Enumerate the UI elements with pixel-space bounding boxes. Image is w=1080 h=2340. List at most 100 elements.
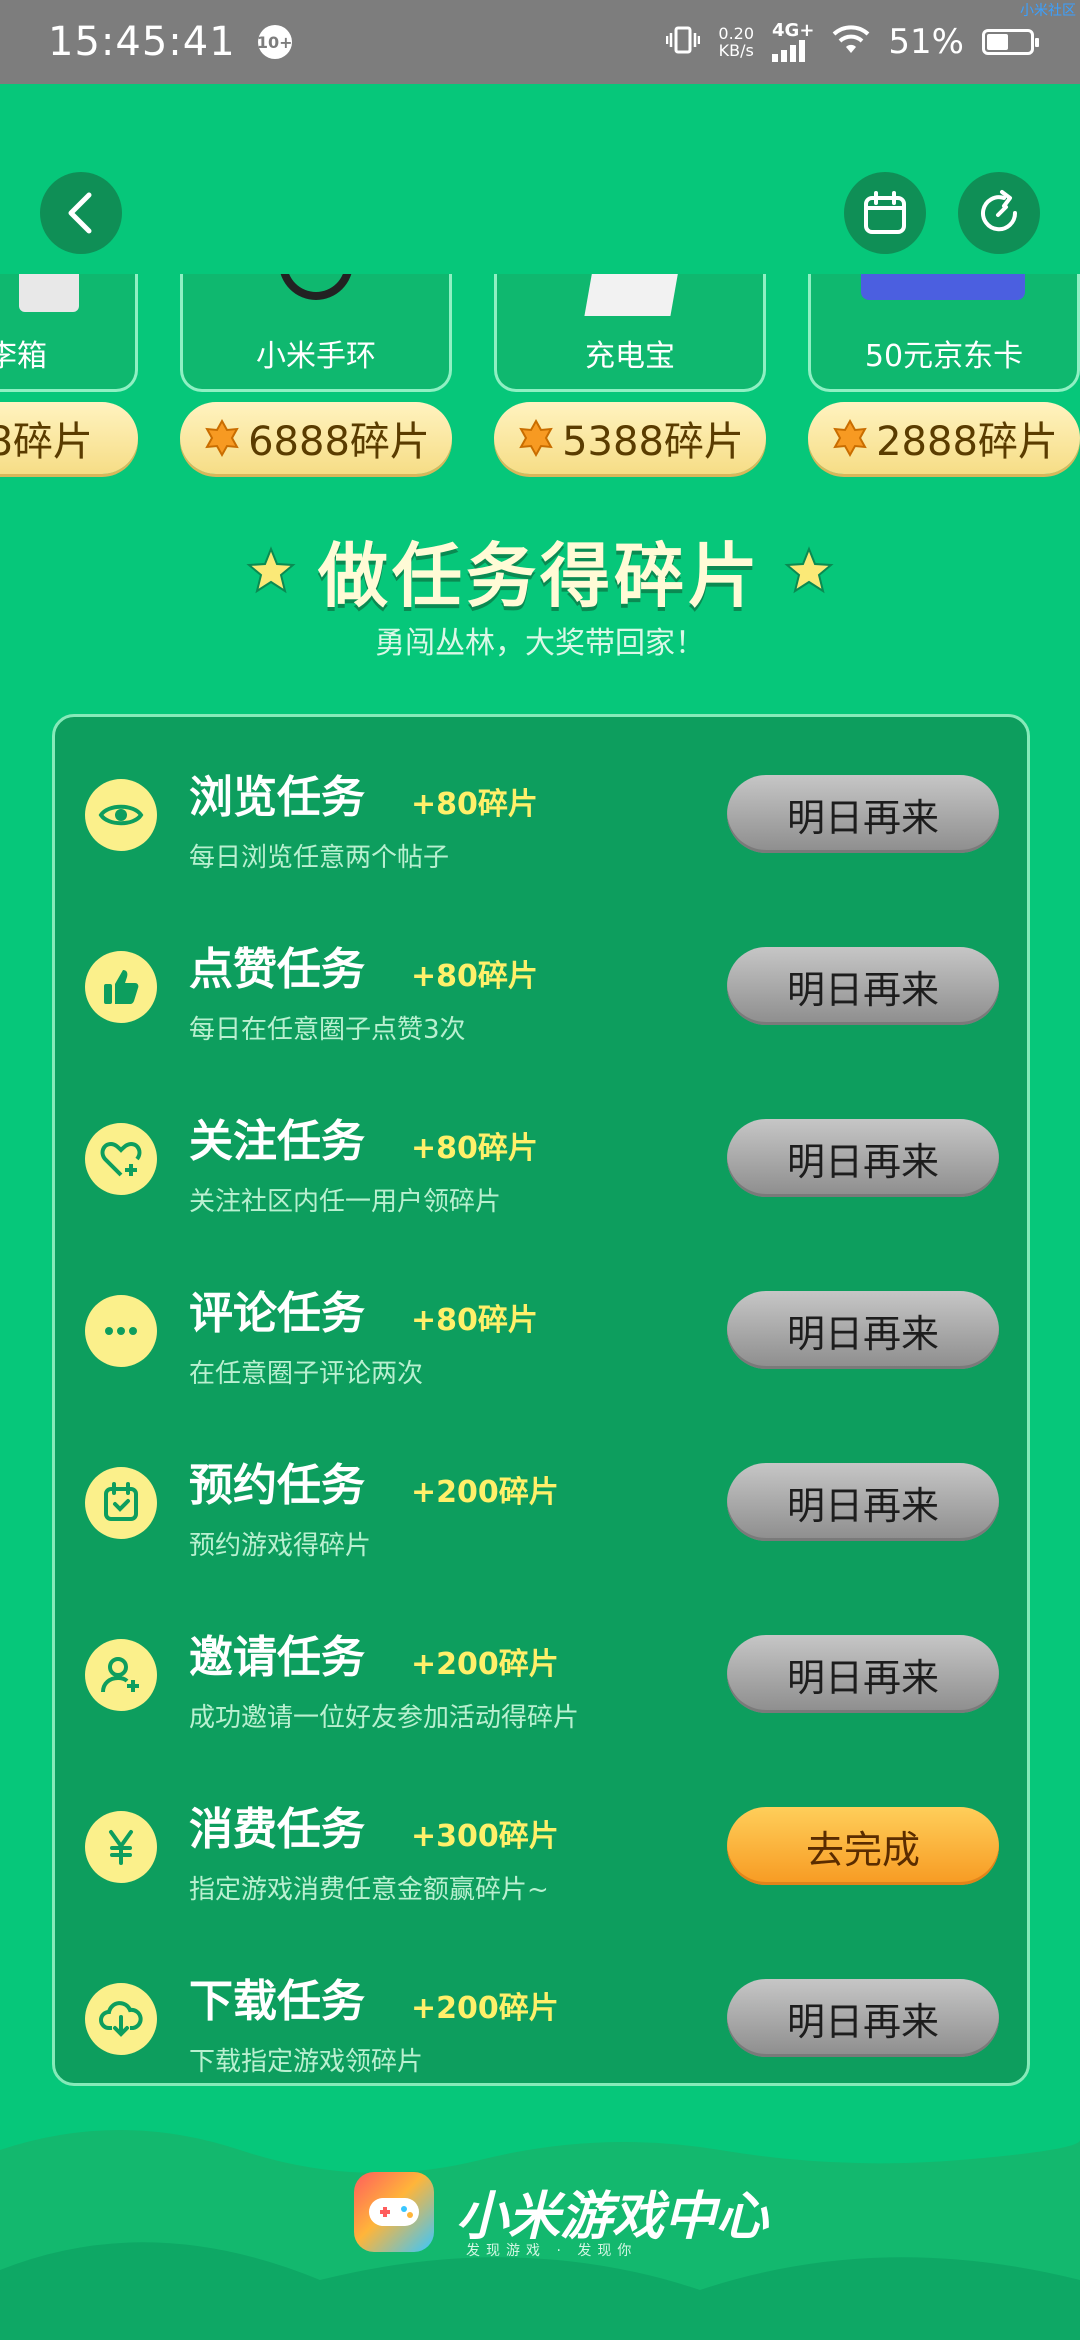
eye-icon — [85, 779, 157, 851]
calendar-button[interactable] — [844, 172, 926, 254]
section-subtitle: 勇闯丛林，大奖带回家！ — [375, 626, 705, 661]
status-bar: 15:45:41 10+ 0.20 KB/s 4G+ 51% 小米社区 — [0, 0, 1080, 84]
prize-cost-text: 5388碎片 — [562, 419, 744, 465]
prize-item[interactable]: 50元京东卡 2888碎片 — [808, 274, 1080, 474]
task-description: 在任意圈子评论两次 — [189, 1359, 424, 1389]
prize-cost[interactable]: 5388碎片 — [494, 402, 766, 474]
prize-name: 小米手环 — [256, 339, 376, 374]
prize-card: 充电宝 — [494, 274, 766, 392]
task-description: 每日浏览任意两个帖子 — [189, 843, 450, 873]
band-image — [279, 274, 353, 300]
back-button[interactable] — [40, 172, 122, 254]
brand-name: 小米游戏中心 — [456, 2187, 769, 2247]
prize-cost[interactable]: 2888碎片 — [808, 402, 1080, 474]
status-time: 15:45:41 — [48, 19, 236, 65]
footer: 小米游戏中心 发现游戏 · 发现你 — [0, 2110, 1080, 2340]
come-back-tomorrow-button[interactable]: 明日再来 — [727, 947, 999, 1025]
net-speed-unit: KB/s — [718, 41, 754, 60]
task-name: 评论任务 — [189, 1288, 365, 1339]
task-name: 邀请任务 — [189, 1632, 365, 1683]
gift-card-image — [861, 274, 1025, 300]
yuan-icon — [85, 1811, 157, 1883]
signal-bars-icon — [772, 40, 814, 62]
come-back-tomorrow-button[interactable]: 明日再来 — [727, 775, 999, 853]
refresh-button[interactable] — [958, 172, 1040, 254]
task-row: 预约任务 +200碎片 预约游戏得碎片 明日再来 — [55, 1421, 1027, 1593]
prize-item[interactable]: 小米手环 6888碎片 — [180, 274, 452, 474]
task-reward: +300碎片 — [411, 1819, 559, 1854]
user-add-icon — [85, 1639, 157, 1711]
task-description: 指定游戏消费任意金额赢碎片~ — [189, 1875, 549, 1905]
task-row: 评论任务 +80碎片 在任意圈子评论两次 明日再来 — [55, 1249, 1027, 1421]
section-title: 做任务得碎片 — [318, 535, 762, 617]
come-back-tomorrow-button[interactable]: 明日再来 — [727, 1979, 999, 2057]
prize-card: 行李箱 — [0, 274, 138, 392]
task-row: 浏览任务 +80碎片 每日浏览任意两个帖子 明日再来 — [55, 733, 1027, 905]
task-row: 关注任务 +80碎片 关注社区内任一用户领碎片 明日再来 — [55, 1077, 1027, 1249]
prize-cost-text: 6888碎片 — [248, 419, 430, 465]
prize-cost[interactable]: 8888碎片 — [0, 402, 138, 474]
come-back-tomorrow-button[interactable]: 明日再来 — [727, 1463, 999, 1541]
task-reward: +200碎片 — [411, 1647, 559, 1682]
calendar-icon — [864, 191, 906, 234]
shard-icon — [205, 418, 239, 458]
task-row: 邀请任务 +200碎片 成功邀请一位好友参加活动得碎片 明日再来 — [55, 1593, 1027, 1765]
chevron-left-icon — [68, 192, 92, 234]
powerbank-image — [584, 274, 680, 316]
task-reward: +80碎片 — [411, 1131, 538, 1166]
section-title-row: 做任务得碎片 — [0, 520, 1080, 621]
calendar-check-icon — [85, 1467, 157, 1539]
task-panel: 浏览任务 +80碎片 每日浏览任意两个帖子 明日再来 点赞任务 +80碎片 每日… — [52, 714, 1030, 2086]
luggage-image — [19, 274, 79, 312]
come-back-tomorrow-button[interactable]: 明日再来 — [727, 1635, 999, 1713]
shard-icon — [833, 418, 867, 458]
task-reward: +200碎片 — [411, 1475, 559, 1510]
task-name: 预约任务 — [189, 1460, 365, 1511]
shard-icon — [519, 418, 553, 458]
task-description: 预约游戏得碎片 — [189, 1531, 372, 1561]
prize-card: 50元京东卡 — [808, 274, 1080, 392]
prize-carousel[interactable]: 行李箱 8888碎片 小米手环 6888碎片 充电宝 5388碎片 50元京东卡 — [0, 274, 1080, 484]
prize-item[interactable]: 充电宝 5388碎片 — [494, 274, 766, 474]
heart-plus-icon — [85, 1123, 157, 1195]
prize-name: 行李箱 — [0, 339, 47, 374]
task-reward: +80碎片 — [411, 959, 538, 994]
come-back-tomorrow-button[interactable]: 明日再来 — [727, 1119, 999, 1197]
prize-name: 充电宝 — [585, 339, 675, 374]
prize-item[interactable]: 行李箱 8888碎片 — [0, 274, 138, 474]
task-name: 消费任务 — [189, 1804, 365, 1855]
net-speed: 0.20 KB/s — [718, 25, 754, 59]
prize-card: 小米手环 — [180, 274, 452, 392]
task-reward: +200碎片 — [411, 1991, 559, 2026]
task-name: 浏览任务 — [189, 772, 365, 823]
task-description: 关注社区内任一用户领碎片 — [189, 1187, 502, 1217]
task-reward: +80碎片 — [411, 1303, 538, 1338]
task-row: 点赞任务 +80碎片 每日在任意圈子点赞3次 明日再来 — [55, 905, 1027, 1077]
thumbs-up-icon — [85, 951, 157, 1023]
task-description: 下载指定游戏领碎片 — [189, 2047, 424, 2077]
prize-cost[interactable]: 6888碎片 — [180, 402, 452, 474]
wifi-icon — [832, 25, 870, 59]
corner-tag: 小米社区 — [1020, 3, 1076, 19]
task-reward: +80碎片 — [411, 787, 538, 822]
refresh-icon — [981, 190, 1018, 232]
task-name: 关注任务 — [189, 1116, 365, 1167]
go-complete-button[interactable]: 去完成 — [727, 1807, 999, 1885]
prize-cost-text: 2888碎片 — [876, 419, 1058, 465]
cloud-download-icon — [85, 1983, 157, 2055]
prize-name: 50元京东卡 — [864, 339, 1024, 374]
brand-slogan: 发现游戏 · 发现你 — [466, 2243, 638, 2259]
gamepad-icon — [369, 2198, 419, 2226]
prize-cost-text: 8888碎片 — [0, 419, 93, 465]
task-description: 成功邀请一位好友参加活动得碎片 — [189, 1703, 580, 1733]
task-row: 消费任务 +300碎片 指定游戏消费任意金额赢碎片~ 去完成 — [55, 1765, 1027, 1937]
more-dots-icon — [85, 1295, 157, 1367]
net-speed-value: 0.20 — [718, 24, 755, 43]
star-icon — [246, 545, 296, 593]
task-row: 下载任务 +200碎片 下载指定游戏领碎片 明日再来 — [55, 1937, 1027, 2109]
task-name: 点赞任务 — [189, 944, 365, 995]
come-back-tomorrow-button[interactable]: 明日再来 — [727, 1291, 999, 1369]
cell-signal: 4G+ — [772, 22, 814, 62]
game-center-logo — [354, 2172, 434, 2252]
notification-badge: 10+ — [257, 25, 293, 59]
